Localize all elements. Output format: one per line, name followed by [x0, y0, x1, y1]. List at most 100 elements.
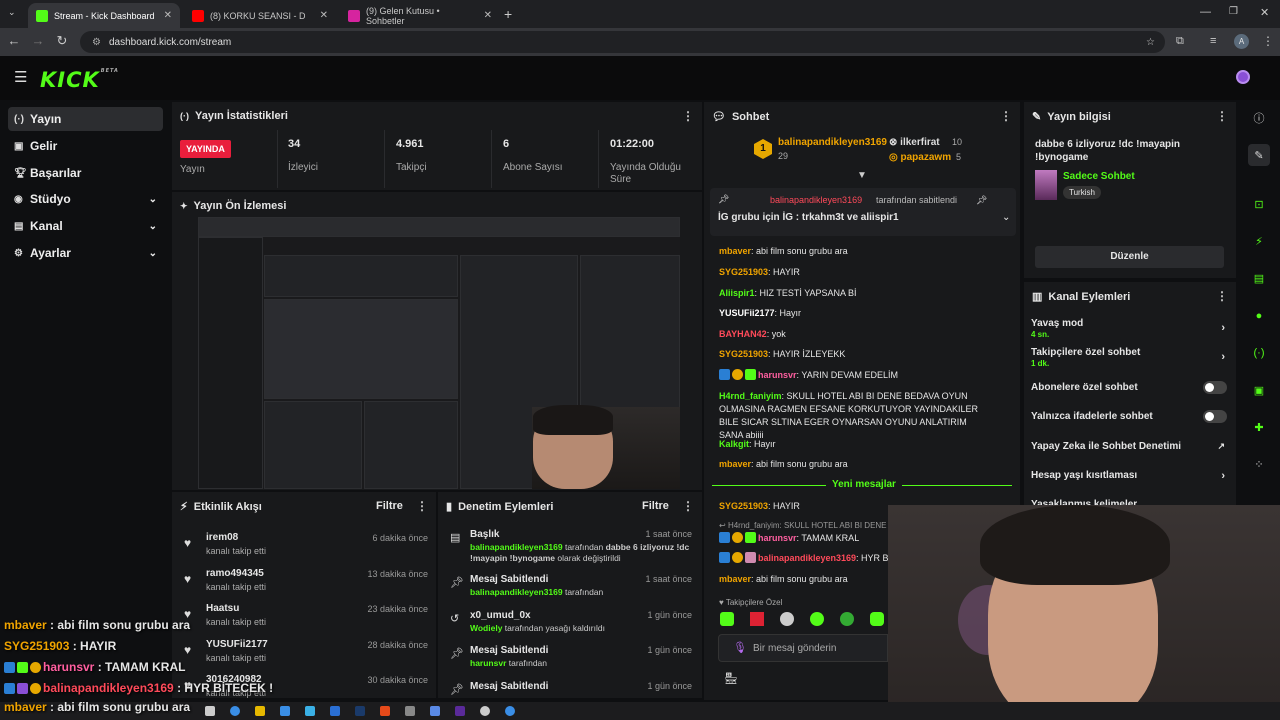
- url-field[interactable]: ⚙ dashboard.kick.com/stream ☆: [80, 31, 1165, 53]
- chat-message[interactable]: Aliispir1: HIZ TESTİ YAPSANA Bİ: [719, 287, 1009, 300]
- more-options-icon[interactable]: ⋮: [1216, 109, 1228, 123]
- list-item[interactable]: ♥ Haatsu kanalı takip etti 23 dakika önce: [172, 599, 434, 635]
- minimize-icon[interactable]: —: [1200, 6, 1211, 18]
- close-tab-icon[interactable]: ✕: [164, 10, 172, 21]
- sidebar-item-gelir[interactable]: ▣ Gelir: [8, 134, 163, 158]
- chat-bubble-icon[interactable]: ●: [1248, 305, 1270, 327]
- new-tab-icon[interactable]: +: [504, 6, 512, 22]
- more-options-icon[interactable]: ⋮: [682, 499, 694, 513]
- forward-icon[interactable]: →: [26, 33, 50, 48]
- sidebar-item-ayarlar[interactable]: ⚙ Ayarlar ⌄: [8, 241, 163, 265]
- mic-icon[interactable]: 🎙︎: [733, 641, 747, 654]
- chat-message[interactable]: balinapandikleyen3169: HYR B: [719, 552, 889, 565]
- chat-message[interactable]: harunsvr: YARIN DEVAM EDELİM: [719, 369, 1009, 382]
- emote-4-icon[interactable]: [810, 612, 824, 626]
- action-followers-only[interactable]: Takipçilere özel sohbet 1 dk. ›: [1031, 347, 1229, 368]
- discord-icon[interactable]: [430, 706, 440, 716]
- lightning-icon[interactable]: ⚡︎: [1248, 230, 1270, 252]
- apps-icon[interactable]: ⁘: [1248, 453, 1270, 475]
- premiere-icon[interactable]: [455, 706, 465, 716]
- site-info-icon[interactable]: ⚙: [92, 37, 101, 48]
- reload-icon[interactable]: ↻: [50, 33, 74, 49]
- broadcast-icon[interactable]: (·): [1248, 342, 1270, 364]
- edge-icon[interactable]: [280, 706, 290, 716]
- extensions-icon[interactable]: ⧉: [1176, 35, 1184, 48]
- action-account-age[interactable]: Hesap yaşı kısıtlaması ›: [1031, 470, 1229, 482]
- unpin-icon[interactable]: 📌︎: [976, 195, 987, 206]
- emote-2-icon[interactable]: [750, 612, 764, 626]
- app-icon[interactable]: [405, 706, 415, 716]
- id-card-icon[interactable]: ▣: [1248, 379, 1270, 401]
- browser-menu-icon[interactable]: ⋮: [1262, 34, 1274, 48]
- action-subs-only[interactable]: Abonelere özel sohbet: [1031, 381, 1229, 394]
- more-options-icon[interactable]: ⋮: [1000, 109, 1012, 123]
- document-icon[interactable]: ▤: [1248, 267, 1270, 289]
- sidebar-item-kanal[interactable]: ▤ Kanal ⌄: [8, 214, 163, 238]
- list-item[interactable]: ♥ YUSUFii2177 kanalı takip etti 28 dakika ö…: [172, 635, 434, 671]
- list-item[interactable]: ♥ irem08 kanalı takip etti 6 dakika önce: [172, 528, 434, 564]
- restore-icon[interactable]: ❐: [1229, 6, 1238, 17]
- more-options-icon[interactable]: ⋮: [682, 109, 694, 123]
- obs-icon[interactable]: [480, 706, 490, 716]
- filter-button[interactable]: Filtre: [642, 500, 669, 512]
- tab-instagram[interactable]: (9) Gelen Kutusu • Sohbetler ✕: [340, 3, 500, 28]
- task-view-icon[interactable]: [205, 706, 215, 716]
- info-icon[interactable]: ⓘ: [1248, 107, 1270, 129]
- store-icon[interactable]: 🏪︎: [724, 672, 738, 685]
- chat-message[interactable]: mbaver: abi film sonu grubu ara: [719, 458, 1009, 471]
- media-icon[interactable]: ≡: [1210, 35, 1216, 47]
- chat-input[interactable]: 🎙︎ Bir mesaj gönderin: [718, 634, 888, 662]
- chat-message[interactable]: mbaver: abi film sonu grubu ara: [719, 245, 1009, 258]
- more-options-icon[interactable]: ⋮: [1216, 289, 1228, 303]
- filter-button[interactable]: Filtre: [376, 500, 403, 512]
- top-gifter-name[interactable]: balinapandikleyen3169: [778, 137, 887, 148]
- illustrator-icon[interactable]: [380, 706, 390, 716]
- action-emote-only[interactable]: Yalnızca ifadelerle sohbet: [1031, 410, 1229, 423]
- back-icon[interactable]: ←: [2, 33, 26, 48]
- tab-youtube[interactable]: (8) KORKU SEANSI - Dabbe ✕: [184, 3, 336, 28]
- category-name[interactable]: Sadece Sohbet: [1063, 171, 1135, 182]
- store-app-icon[interactable]: [305, 706, 315, 716]
- list-item[interactable]: ♥ ramo494345 kanalı takip etti 13 dakika ön…: [172, 564, 434, 600]
- explorer-icon[interactable]: [255, 706, 265, 716]
- sidebar-item-yayin[interactable]: (·) Yayın: [8, 107, 163, 131]
- close-window-icon[interactable]: ✕: [1260, 6, 1269, 19]
- chrome-icon[interactable]: [230, 706, 240, 716]
- chat-message[interactable]: H4rnd_faniyim: SKULL HOTEL ABI BI DENE B…: [719, 390, 991, 442]
- emote-only-toggle[interactable]: [1203, 410, 1227, 423]
- emote-3-icon[interactable]: [780, 612, 794, 626]
- sidebar-item-basarilar[interactable]: 🏆︎ Başarılar: [8, 161, 163, 185]
- chat-message[interactable]: BAYHAN42: yok: [719, 328, 1009, 341]
- emote-5-icon[interactable]: [840, 612, 854, 626]
- pinned-message[interactable]: 📌︎ balinapandikleyen3169 tarafından sabi…: [710, 188, 1016, 236]
- edit-button[interactable]: Düzenle: [1035, 246, 1224, 268]
- tab-kick-dashboard[interactable]: Stream - Kick Dashboard ✕: [28, 3, 180, 28]
- close-tab-icon[interactable]: ✕: [320, 10, 328, 21]
- tab-search-icon[interactable]: ⌄: [8, 7, 16, 18]
- chat-message[interactable]: YUSUFii2177: Hayır: [719, 307, 1009, 320]
- chevron-down-icon[interactable]: ⌄: [1002, 212, 1010, 223]
- pencil-icon[interactable]: ✎: [1248, 144, 1270, 166]
- emote-1-icon[interactable]: [720, 612, 734, 626]
- user-avatar[interactable]: [1236, 70, 1250, 84]
- bookmark-star-icon[interactable]: ☆: [1146, 37, 1155, 48]
- wrench-icon[interactable]: ✚: [1248, 416, 1270, 438]
- action-ai-moderation[interactable]: Yapay Zeka ile Sohbet Denetimi ↗: [1031, 441, 1229, 452]
- hamburger-menu-icon[interactable]: ☰: [14, 68, 27, 86]
- chat-message[interactable]: SYG251903: HAYIR: [719, 266, 1009, 279]
- close-tab-icon[interactable]: ✕: [484, 10, 492, 21]
- chat-message[interactable]: Kalkgit: Hayır: [719, 438, 1009, 451]
- chat-message[interactable]: SYG251903: HAYIR İZLEYEKK: [719, 348, 1009, 361]
- photoshop-icon[interactable]: [330, 706, 340, 716]
- emote-6-icon[interactable]: [870, 612, 884, 626]
- browser-icon[interactable]: [505, 706, 515, 716]
- ps-icon[interactable]: [355, 706, 365, 716]
- subs-only-toggle[interactable]: [1203, 381, 1227, 394]
- action-slow-mode[interactable]: Yavaş mod 4 sn. ›: [1031, 318, 1229, 339]
- collapse-icon[interactable]: ▼: [857, 170, 867, 181]
- camera-icon[interactable]: ⊡: [1248, 193, 1270, 215]
- profile-avatar[interactable]: A: [1234, 34, 1249, 49]
- more-options-icon[interactable]: ⋮: [416, 499, 428, 513]
- gifter-3-name[interactable]: ◎ papazawm: [889, 152, 951, 163]
- gifter-2-name[interactable]: ⊗ ilkerfirat: [889, 137, 940, 148]
